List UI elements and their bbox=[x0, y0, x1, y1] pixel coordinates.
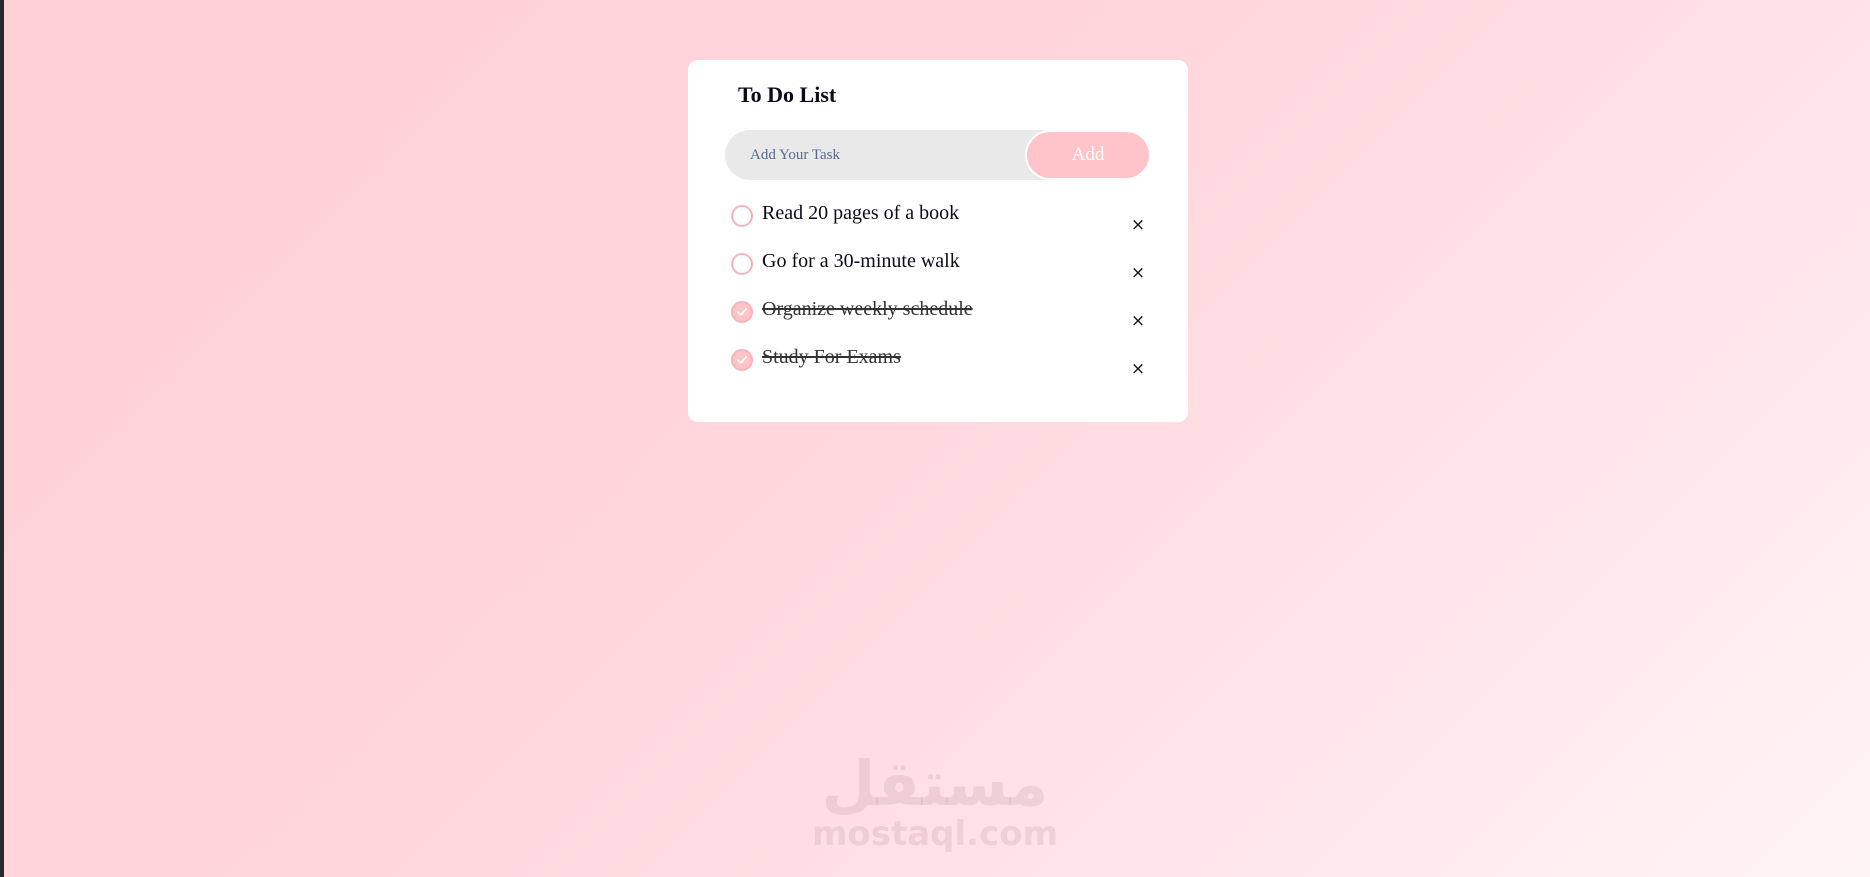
mostaql-watermark: مستقل mostaql.com bbox=[790, 747, 1080, 854]
todo-card: To Do List Add Read 20 pages of a book ×… bbox=[688, 60, 1188, 422]
close-icon[interactable]: × bbox=[1125, 356, 1151, 382]
watermark-arabic: مستقل bbox=[821, 747, 1049, 820]
check-circle-icon[interactable] bbox=[731, 253, 753, 275]
task-item[interactable]: Go for a 30-minute walk × bbox=[725, 238, 1151, 286]
check-circle-icon[interactable] bbox=[731, 301, 753, 323]
task-text: Organize weekly schedule bbox=[762, 298, 973, 320]
close-icon[interactable]: × bbox=[1125, 308, 1151, 334]
task-input[interactable] bbox=[725, 130, 1025, 180]
task-list: Read 20 pages of a book × Go for a 30-mi… bbox=[725, 190, 1151, 382]
add-button[interactable]: Add bbox=[1025, 130, 1151, 180]
page-title: To Do List bbox=[738, 82, 837, 107]
close-icon[interactable]: × bbox=[1125, 260, 1151, 286]
task-item[interactable]: Read 20 pages of a book × bbox=[725, 190, 1151, 238]
task-item[interactable]: Organize weekly schedule × bbox=[725, 286, 1151, 334]
task-text: Read 20 pages of a book bbox=[762, 202, 960, 224]
window-edge bbox=[0, 0, 4, 877]
task-item[interactable]: Study For Exams × bbox=[725, 334, 1151, 382]
check-circle-icon[interactable] bbox=[731, 349, 753, 371]
close-icon[interactable]: × bbox=[1125, 212, 1151, 238]
task-text: Study For Exams bbox=[762, 346, 901, 368]
check-circle-icon[interactable] bbox=[731, 205, 753, 227]
task-text: Go for a 30-minute walk bbox=[762, 250, 960, 272]
watermark-latin: mostaql.com bbox=[811, 814, 1059, 854]
task-input-row: Add bbox=[725, 130, 1151, 180]
